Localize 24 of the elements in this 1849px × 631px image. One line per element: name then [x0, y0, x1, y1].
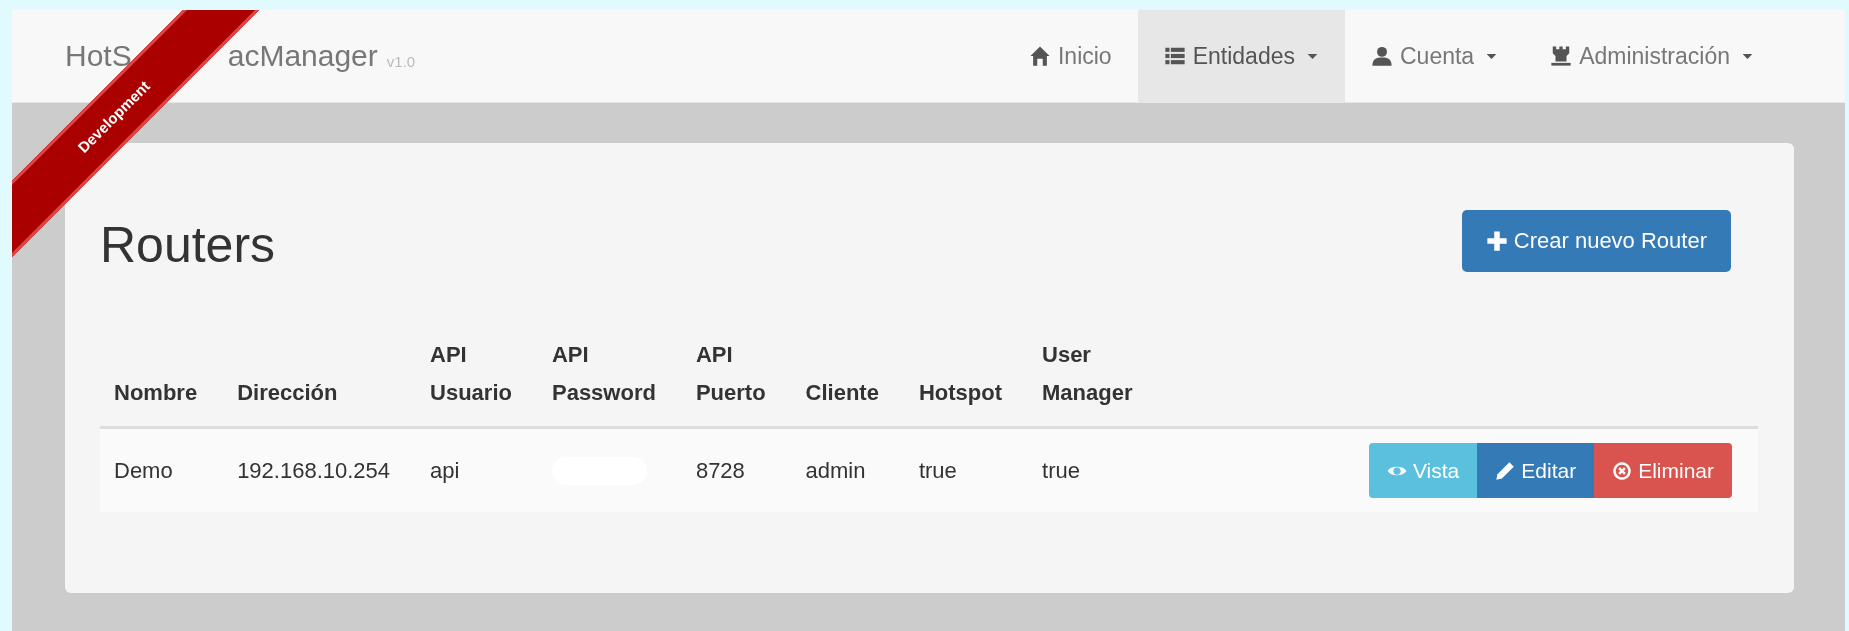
nav-item[interactable]: Entidades [1137, 10, 1345, 102]
home-icon [1028, 45, 1051, 67]
nav-item[interactable]: Cuenta [1345, 10, 1525, 102]
delete-button[interactable]: Eliminar [1594, 443, 1732, 498]
table-cell: 192.168.10.254 [223, 427, 417, 512]
create-button[interactable]: Crear nuevo Router [1461, 210, 1731, 272]
brand-text[interactable]: acManager [227, 39, 378, 73]
version-label: v1.0 [386, 52, 416, 70]
edit-button[interactable]: Editar [1477, 443, 1595, 498]
page-title: Routers [100, 220, 276, 270]
nav-item[interactable]: Inicio [1002, 10, 1138, 102]
brand-text[interactable]: HotS [65, 39, 132, 73]
list-icon [1163, 45, 1186, 67]
table-cell: api [416, 427, 538, 512]
nav-item[interactable]: Administración [1524, 10, 1780, 102]
table-cell: Demo [100, 427, 224, 512]
table-cell: 8728 [681, 427, 792, 512]
table-cell: true [1028, 427, 1159, 512]
table-cell: admin [791, 427, 905, 512]
plus-icon [1485, 230, 1508, 252]
pencil-icon [1495, 460, 1516, 481]
user-icon [1371, 45, 1393, 67]
table-cell: true [904, 427, 1028, 512]
tower-icon [1550, 45, 1573, 67]
